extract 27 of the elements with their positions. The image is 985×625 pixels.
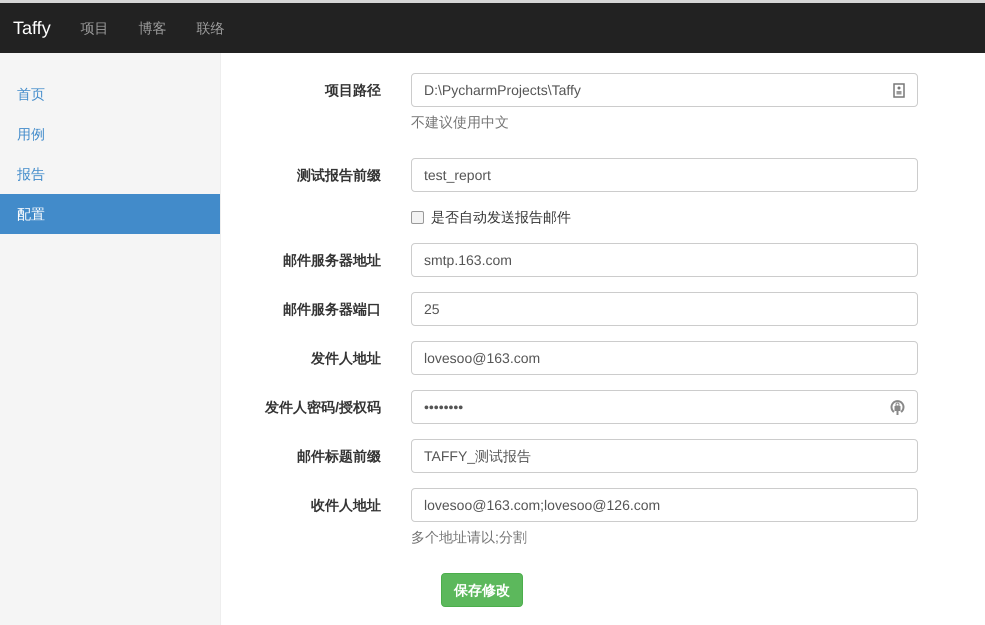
password-field[interactable]: •••••••• xyxy=(411,390,918,424)
input-field[interactable]: smtp.163.com xyxy=(411,243,918,277)
brand-link[interactable]: Taffy xyxy=(13,14,51,42)
input-field[interactable]: D:\PycharmProjects\Taffy xyxy=(411,73,918,107)
field-label: 邮件服务器端口 xyxy=(282,300,382,319)
checkbox-label[interactable]: 是否自动发送报告邮件 xyxy=(431,207,571,228)
input-field[interactable]: lovesoo@163.com xyxy=(411,341,918,375)
checkbox[interactable] xyxy=(411,211,424,224)
nav-link[interactable]: 项目 xyxy=(66,18,124,38)
contact-card-icon[interactable] xyxy=(893,82,905,98)
field-label: 发件人地址 xyxy=(310,349,382,368)
input-field[interactable]: lovesoo@163.com;lovesoo@126.com xyxy=(411,488,918,522)
input-field[interactable]: test_report xyxy=(411,158,918,192)
field-label: 项目路径 xyxy=(324,81,382,100)
nav-link[interactable]: 联络 xyxy=(182,18,240,38)
field-label: 邮件标题前缀 xyxy=(296,447,382,466)
help-text: 多个地址请以;分割 xyxy=(411,528,528,547)
sidebar-item[interactable]: 配置 xyxy=(0,194,220,234)
field-label: 发件人密码/授权码 xyxy=(264,398,382,417)
field-label: 收件人地址 xyxy=(310,496,382,515)
nav-link[interactable]: 博客 xyxy=(124,18,182,38)
help-text: 不建议使用中文 xyxy=(411,113,510,132)
input-field[interactable]: TAFFY_测试报告 xyxy=(411,439,918,473)
field-label: 邮件服务器地址 xyxy=(282,251,382,270)
field-label: 测试报告前缀 xyxy=(296,166,382,185)
input-field[interactable]: 25 xyxy=(411,292,918,326)
lock-icon[interactable] xyxy=(890,398,905,416)
